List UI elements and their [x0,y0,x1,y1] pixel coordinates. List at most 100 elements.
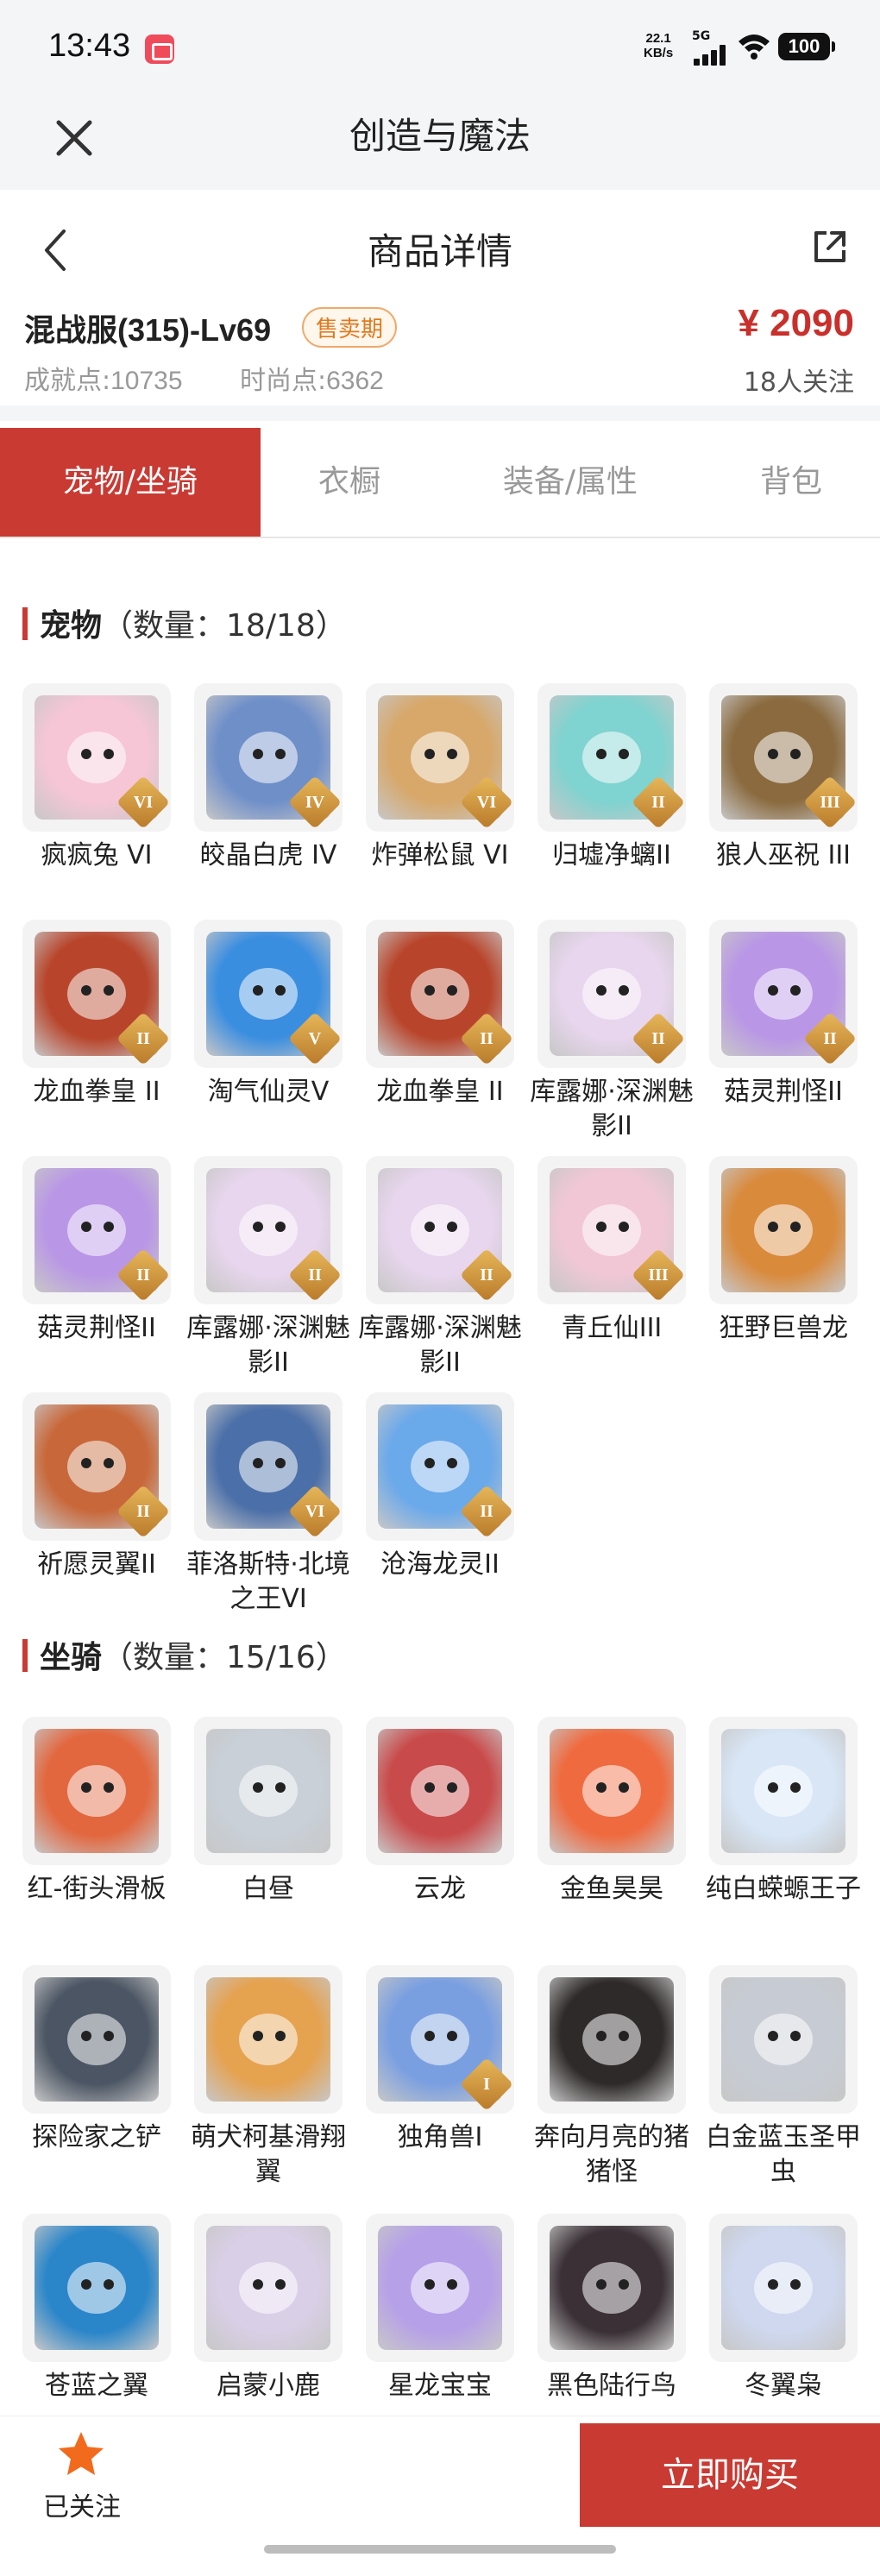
item-thumbnail: III [537,1156,686,1304]
rank-badge: III [802,775,858,830]
item-thumbnail: V [194,920,343,1068]
tab-backpack[interactable]: 背包 [702,428,880,537]
pet-item[interactable]: IV 皎晶白虎 IV [194,683,363,908]
rank-badge: V [287,1011,343,1066]
mount-item[interactable]: 白昼 [194,1717,363,1941]
home-indicator [264,2545,616,2554]
item-thumbnail [709,1717,858,1865]
item-thumbnail [709,1156,858,1304]
mount-item[interactable]: 黑色陆行鸟 [537,2214,707,2438]
follow-label: 已关注 [43,2492,121,2523]
item-name: 红-街头滑板 [27,1874,167,1904]
mount-item[interactable]: 金鱼昊昊 [537,1717,707,1941]
item-artwork [721,2226,845,2350]
item-name: 龙血拳皇 II [376,1077,504,1107]
pet-item[interactable]: VI 疯疯兔 VI [22,683,192,908]
follow-button[interactable]: 已关注 [26,2428,138,2523]
follower-count: 18人关注 [743,368,854,398]
item-thumbnail: II [537,683,686,832]
rank-badge: III [631,1247,686,1303]
pet-item[interactable]: II 库露娜·深渊魅影II [358,1156,535,1380]
item-artwork [550,2226,674,2350]
star-icon [59,2432,104,2475]
pet-item[interactable]: 狂野巨兽龙 [709,1156,878,1380]
rank-badge: II [116,1484,171,1539]
pet-item[interactable]: II 菇灵荆怪II [22,1156,192,1380]
item-name: 黑色陆行鸟 [547,2371,676,2401]
pet-item[interactable]: III 青丘仙III [537,1156,707,1380]
mount-item[interactable]: 纯白蝾螈王子 [706,1717,878,1941]
item-name: 沧海龙灵II [380,1549,500,1580]
pet-item[interactable]: II 库露娜·深渊魅影II [530,920,707,1144]
rank-badge: II [116,1011,171,1066]
tab-pets-mounts[interactable]: 宠物/坐骑 [0,428,261,537]
item-name: 皎晶白虎 IV [199,840,337,870]
mount-item[interactable]: 冬翼枭 [709,2214,878,2438]
pet-item[interactable]: II 归墟净螭II [537,683,707,908]
item-artwork [206,1729,330,1853]
pet-item[interactable]: II 祈愿灵翼II [22,1392,192,1617]
pet-item[interactable]: VI 菲洛斯特·北境之王VI [186,1392,363,1617]
item-name: 疯疯兔 VI [41,840,153,870]
app-bar: 创造与魔法 [0,95,880,190]
rank-badge: II [287,1247,343,1303]
network-speed-unit: KB/s [644,46,674,60]
status-badge: 售卖期 [302,307,398,348]
item-artwork [35,1729,159,1853]
pet-item[interactable]: VI 炸弹松鼠 VI [366,683,535,908]
mount-item[interactable]: 探险家之铲 [22,1965,192,2190]
mounts-section-title: 坐骑（数量：15/16） [22,1632,347,1677]
status-time: 13:43 [48,28,131,64]
mount-item[interactable]: 萌犬柯基滑翔翼 [191,1965,363,2190]
detail-header: 商品详情 [0,190,880,302]
item-thumbnail: II [366,920,514,1068]
pet-item[interactable]: II 龙血拳皇 II [22,920,192,1144]
item-thumbnail [22,1965,171,2114]
item-thumbnail: VI [194,1392,343,1541]
item-name: 归墟净螭II [552,840,671,870]
mount-item[interactable]: 云龙 [366,1717,535,1941]
rank-badge: II [459,1011,514,1066]
item-thumbnail [537,1717,686,1865]
tab-wardrobe[interactable]: 衣橱 [261,428,438,537]
item-name: 白金蓝玉圣甲虫 [706,2122,861,2187]
mount-item[interactable]: 星龙宝宝 [366,2214,535,2438]
mount-item[interactable]: I 独角兽I [366,1965,535,2190]
pet-item[interactable]: III 狼人巫祝 III [709,683,878,908]
pet-item[interactable]: II 沧海龙灵II [366,1392,535,1617]
item-name: 苍蓝之翼 [45,2371,148,2401]
item-name: 奔向月亮的猪猪怪 [534,2122,689,2187]
tab-equipment[interactable]: 装备/属性 [438,428,702,537]
item-thumbnail [22,2214,171,2362]
pet-item[interactable]: II 菇灵荆怪II [709,920,878,1144]
mount-item[interactable]: 奔向月亮的猪猪怪 [534,1965,707,2190]
item-artwork [206,2226,330,2350]
item-name: 启蒙小鹿 [217,2371,320,2401]
item-name: 白昼 [242,1874,294,1904]
server-name: 混战服(315)-Lv69 [24,312,272,348]
rank-badge: VI [116,775,171,830]
mount-item[interactable]: 白金蓝玉圣甲虫 [706,1965,878,2190]
buy-now-button[interactable]: 立即购买 [580,2423,880,2527]
pet-item[interactable]: II 库露娜·深渊魅影II [186,1156,363,1380]
item-thumbnail: II [709,920,858,1068]
item-thumbnail [366,2214,514,2362]
notification-app-icon [145,35,174,64]
mount-item[interactable]: 苍蓝之翼 [22,2214,192,2438]
page-content: 商品详情 混战服(315)-Lv69 售卖期 成就点:10735 时尚点:636… [0,190,880,2576]
item-name: 探险家之铲 [32,2122,161,2152]
item-artwork [206,1977,330,2102]
tab-bar: 宠物/坐骑 衣橱 装备/属性 背包 [0,428,880,538]
share-icon[interactable] [809,226,851,267]
item-thumbnail [22,1717,171,1865]
pet-item[interactable]: II 龙血拳皇 II [366,920,535,1144]
pet-item[interactable]: V 淘气仙灵V [194,920,363,1144]
item-name: 淘气仙灵V [207,1077,330,1107]
status-bar: 13:43 22.1 KB/s 5G 100 [0,0,880,95]
item-name: 纯白蝾螈王子 [706,1874,861,1904]
mount-item[interactable]: 启蒙小鹿 [194,2214,363,2438]
item-summary: 混战服(315)-Lv69 售卖期 成就点:10735 时尚点:6362 ¥ 2… [0,297,880,409]
item-name: 库露娜·深渊魅影II [186,1313,350,1378]
bottom-action-bar: 已关注 立即购买 [0,2416,880,2528]
mount-item[interactable]: 红-街头滑板 [22,1717,192,1941]
